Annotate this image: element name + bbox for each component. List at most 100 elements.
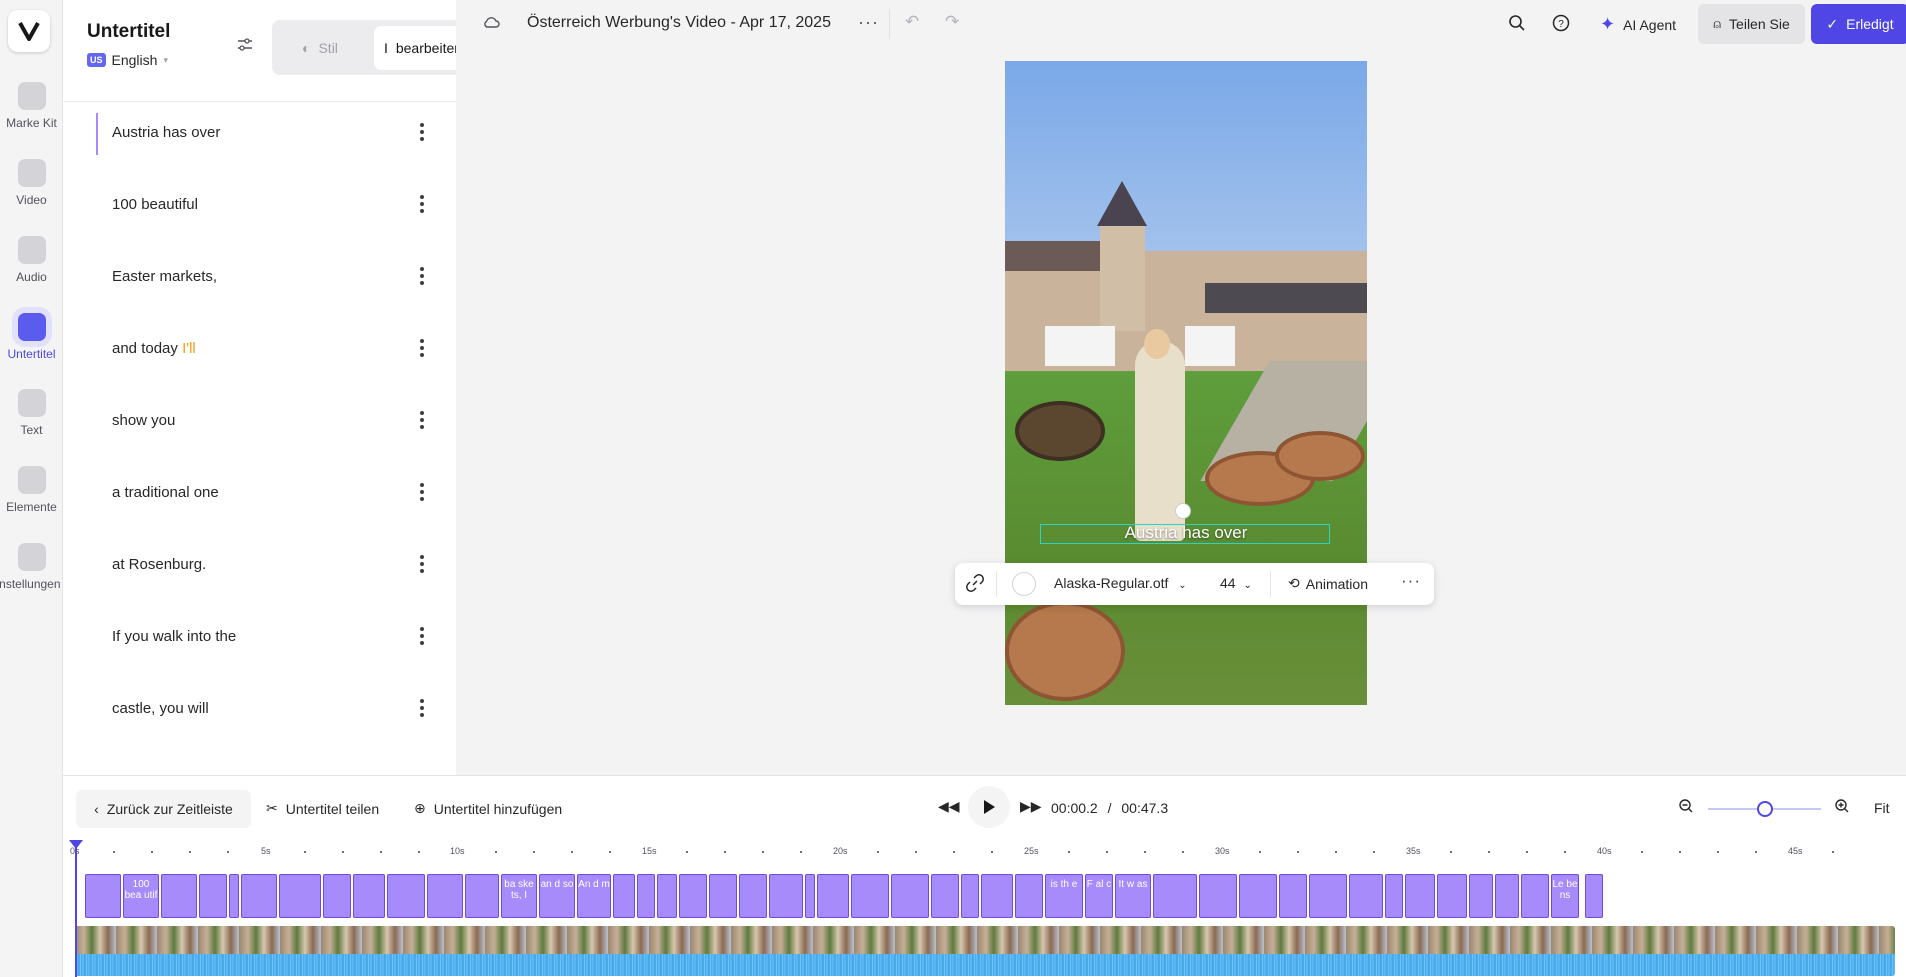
share-button[interactable]: ⍝ Teilen Sie	[1698, 4, 1805, 44]
tab-style[interactable]: ◐ Stil	[302, 40, 338, 56]
subtitle-segment[interactable]	[1279, 874, 1307, 918]
time-ruler[interactable]: 0s 5s 10s 15s 20s 25s 30s 35s 40s 45s	[63, 844, 1906, 864]
subtitle-row[interactable]: and today I'll	[63, 322, 456, 394]
link-icon[interactable]	[965, 573, 985, 598]
video-caption[interactable]: Austria has over	[1005, 523, 1367, 543]
subtitle-segment[interactable]	[279, 874, 321, 918]
subtitle-segment[interactable]	[199, 874, 227, 918]
subtitle-segment[interactable]	[241, 874, 277, 918]
more-icon[interactable]: ···	[858, 12, 879, 33]
subtitle-text[interactable]: show you	[112, 412, 175, 429]
subtitle-row[interactable]: a traditional one	[63, 466, 456, 538]
undo-icon[interactable]: ↶	[905, 12, 919, 32]
redo-icon[interactable]: ↷	[945, 12, 959, 32]
subtitle-segment[interactable]	[85, 874, 121, 918]
rail-item-brand-kit[interactable]: Marke Kit	[0, 82, 63, 130]
subtitle-segment[interactable]: an d so	[539, 874, 575, 918]
subtitle-segment[interactable]	[1469, 874, 1493, 918]
subtitle-segment[interactable]	[387, 874, 425, 918]
subtitle-segment[interactable]	[981, 874, 1013, 918]
subtitle-segment[interactable]	[817, 874, 849, 918]
subtitle-segment[interactable]: 100 bea utif	[123, 874, 159, 918]
video-track[interactable]	[75, 926, 1895, 976]
subtitle-segment[interactable]	[1153, 874, 1197, 918]
rail-item-settings[interactable]: Einstellungen	[0, 543, 63, 591]
more-icon[interactable]: ···	[1401, 571, 1421, 591]
rail-item-subtitles[interactable]: Untertitel	[0, 313, 63, 361]
subtitle-segment[interactable]	[961, 874, 979, 918]
subtitle-segment[interactable]	[679, 874, 707, 918]
subtitle-segment[interactable]	[427, 874, 463, 918]
subtitle-text[interactable]: Austria has over	[112, 124, 220, 141]
subtitle-row[interactable]: at Rosenburg.	[63, 538, 456, 610]
subtitle-segment[interactable]	[1309, 874, 1347, 918]
rail-item-audio[interactable]: Audio	[0, 236, 63, 284]
kebab-menu-icon[interactable]	[412, 552, 432, 576]
subtitle-segment[interactable]	[805, 874, 815, 918]
subtitle-segment[interactable]	[1199, 874, 1237, 918]
subtitle-segment[interactable]: ba ske ts, I	[501, 874, 537, 918]
subtitle-segment[interactable]	[1405, 874, 1435, 918]
add-subtitle-button[interactable]: ⊕ Untertitel hinzufügen	[414, 800, 562, 817]
zoom-in-icon[interactable]	[1834, 798, 1850, 819]
kebab-menu-icon[interactable]	[412, 696, 432, 720]
subtitle-segment[interactable]	[323, 874, 351, 918]
video-preview[interactable]: Austria has over	[1005, 61, 1367, 705]
subtitle-segment[interactable]	[1239, 874, 1277, 918]
done-button[interactable]: ✓ Erledigt	[1811, 4, 1906, 44]
playhead[interactable]	[75, 842, 77, 977]
subtitle-segment[interactable]	[1015, 874, 1043, 918]
zoom-slider-handle[interactable]	[1756, 801, 1773, 817]
kebab-menu-icon[interactable]	[412, 120, 432, 144]
kebab-menu-icon[interactable]	[412, 336, 432, 360]
subtitle-segment[interactable]: is th e	[1045, 874, 1083, 918]
rail-item-elements[interactable]: Elemente	[0, 466, 63, 514]
subtitle-segment[interactable]: It w as	[1115, 874, 1151, 918]
fit-button[interactable]: Fit	[1874, 800, 1890, 816]
kebab-menu-icon[interactable]	[412, 264, 432, 288]
subtitle-segment[interactable]	[637, 874, 655, 918]
language-selector[interactable]: US English ▾	[87, 52, 168, 68]
color-swatch[interactable]	[1012, 572, 1036, 596]
subtitle-row[interactable]: If you walk into the	[63, 610, 456, 682]
subtitle-segment[interactable]	[1349, 874, 1383, 918]
kebab-menu-icon[interactable]	[412, 480, 432, 504]
rail-item-video[interactable]: Video	[0, 159, 63, 207]
play-button[interactable]	[968, 786, 1010, 828]
playhead-handle[interactable]	[69, 840, 83, 849]
subtitle-segment[interactable]: Le be ns	[1551, 874, 1579, 918]
subtitle-segment[interactable]	[465, 874, 499, 918]
subtitle-segment[interactable]	[739, 874, 767, 918]
kebab-menu-icon[interactable]	[412, 408, 432, 432]
app-logo[interactable]	[8, 10, 50, 52]
subtitle-row[interactable]: Austria has over	[63, 106, 456, 178]
subtitle-segment[interactable]	[161, 874, 197, 918]
subtitle-row[interactable]: 100 beautiful	[63, 178, 456, 250]
zoom-out-icon[interactable]	[1678, 798, 1694, 819]
subtitle-segment[interactable]	[1495, 874, 1519, 918]
ai-agent-button[interactable]: ✦ AI Agent	[1600, 14, 1676, 35]
rewind-icon[interactable]: ◀◀	[938, 798, 960, 815]
subtitle-segment[interactable]	[1437, 874, 1467, 918]
subtitle-text[interactable]: 100 beautiful	[112, 196, 198, 213]
subtitle-segment[interactable]	[657, 874, 677, 918]
kebab-menu-icon[interactable]	[412, 192, 432, 216]
subtitle-segment[interactable]	[709, 874, 737, 918]
subtitle-text[interactable]: at Rosenburg.	[112, 556, 206, 573]
kebab-menu-icon[interactable]	[412, 624, 432, 648]
subtitle-text[interactable]: If you walk into the	[112, 628, 236, 645]
subtitle-segment[interactable]	[769, 874, 803, 918]
subtitle-text[interactable]: a traditional one	[112, 484, 219, 501]
subtitle-segment[interactable]	[229, 874, 239, 918]
subtitle-segment[interactable]	[931, 874, 959, 918]
search-icon[interactable]	[1508, 14, 1526, 37]
subtitle-text[interactable]: and today I'll	[112, 340, 196, 357]
subtitle-text[interactable]: castle, you will	[112, 700, 209, 717]
subtitle-segment[interactable]	[353, 874, 385, 918]
subtitle-segment[interactable]	[613, 874, 635, 918]
filter-icon[interactable]	[237, 38, 253, 57]
font-selector[interactable]: Alaska-Regular.otf ⌄	[1054, 575, 1187, 591]
tab-edit[interactable]: I bearbeiten	[374, 26, 456, 70]
subtitle-segment[interactable]: F al c	[1085, 874, 1113, 918]
subtitle-row[interactable]: Easter markets,	[63, 250, 456, 322]
